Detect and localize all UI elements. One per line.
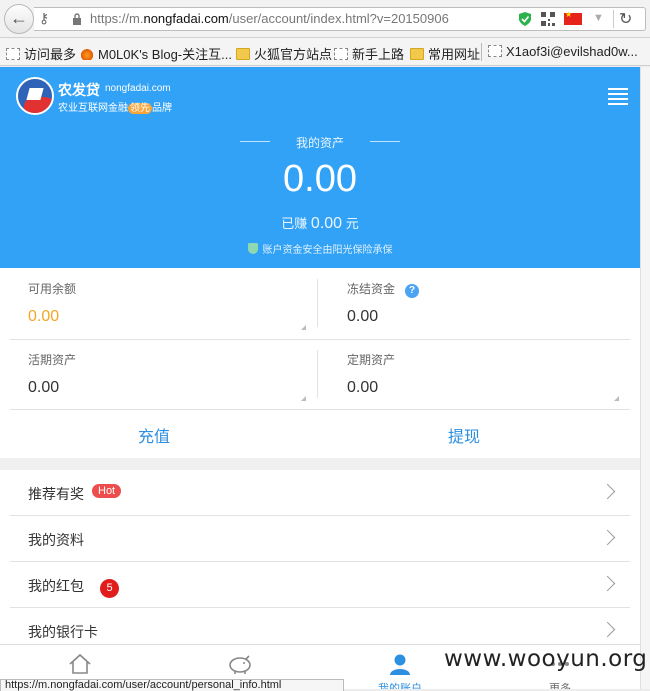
corner-arrow-icon (301, 396, 306, 401)
menu-item-referral-rewards[interactable]: 推荐有奖 Hot (0, 470, 640, 516)
corner-arrow-icon (614, 396, 619, 401)
menu-item-label: 我的红包 (28, 578, 84, 594)
chevron-right-icon (599, 529, 616, 546)
home-icon (69, 653, 91, 674)
page-icon (6, 48, 20, 60)
frozen-value: 0.00 (347, 308, 379, 325)
bookmark-blog[interactable]: M0L0K's Blog-关注互... (80, 44, 232, 63)
china-flag-icon[interactable] (564, 10, 582, 25)
bookmark-common-sites[interactable]: 常用网址 (410, 44, 480, 63)
lock-icon (73, 13, 81, 25)
balance-panel: 可用余额 0.00 冻结资金? 0.00 活期资产 0.00 定期资产 0.00… (0, 268, 640, 458)
available-label: 可用余额 (28, 282, 77, 296)
page-scrollbar[interactable] (640, 67, 650, 689)
column-divider (317, 279, 318, 327)
menu-item-label: 我的银行卡 (28, 624, 98, 640)
account-header: 农发贷 nongfadai.com 农业互联网金融 领先 品牌 我的资产 0.00 … (0, 67, 640, 268)
earned-value: 0.00 (310, 215, 343, 232)
fixed-value: 0.00 (347, 379, 379, 396)
key-icon: ⚷ (39, 10, 50, 26)
frozen-label: 冻结资金? (347, 280, 420, 298)
brand-logo[interactable] (16, 77, 54, 115)
bookmark-separator (481, 43, 482, 61)
help-icon[interactable]: ? (405, 284, 420, 298)
watermark: www.wooyun.org (444, 646, 648, 672)
corner-arrow-icon (301, 325, 306, 330)
fire-icon (80, 48, 94, 60)
assets-label: 我的资产 (295, 136, 344, 150)
assets-total: 0.00 (283, 158, 357, 200)
hot-badge: Hot (92, 484, 122, 498)
menu-item-red-packets[interactable]: 我的红包 5 (0, 562, 640, 608)
tab-label: 更多 (549, 683, 571, 689)
current-assets[interactable]: 活期资产 0.00 (10, 339, 310, 409)
reload-icon[interactable]: ↻ (619, 9, 632, 29)
safety-note: 账户资金安全由阳光保险承保 (0, 241, 640, 256)
chevron-right-icon (599, 621, 616, 638)
toolbar-separator (613, 10, 614, 28)
earned-summary: 已赚 0.00 元 (281, 215, 359, 232)
available-value: 0.00 (28, 308, 60, 325)
withdraw-button[interactable]: 提现 (448, 423, 480, 447)
recharge-button[interactable]: 充值 (138, 423, 170, 447)
brand-domain: nongfadai.com (105, 83, 171, 94)
chevron-right-icon (599, 483, 616, 500)
brand-name: 农发贷 (58, 82, 100, 98)
browser-toolbar: ← ⚷ https://m.nongfadai.com/user/account… (0, 0, 650, 38)
hamburger-menu-icon[interactable] (608, 88, 628, 106)
shield-icon[interactable] (518, 11, 532, 27)
frozen-funds[interactable]: 冻结资金? 0.00 (329, 268, 629, 338)
address-bar[interactable]: ⚷ https://m.nongfadai.com/user/account/i… (34, 7, 646, 31)
bookmark-x1aof3i[interactable]: X1aof3i@evilshad0w... (488, 44, 638, 59)
folder-icon (236, 48, 250, 60)
current-label: 活期资产 (28, 353, 77, 367)
bookmark-getting-started[interactable]: 新手上路 (334, 44, 404, 63)
back-button[interactable]: ← (4, 4, 34, 34)
current-value: 0.00 (28, 379, 60, 396)
chevron-right-icon (599, 575, 616, 592)
user-icon (390, 654, 410, 675)
available-balance[interactable]: 可用余额 0.00 (10, 268, 310, 338)
bookmark-most-visited[interactable]: 访问最多 (6, 44, 76, 63)
bookmarks-bar: 访问最多 M0L0K's Blog-关注互... 火狐官方站点 新手上路 常用网… (0, 38, 650, 66)
page-icon (488, 45, 502, 57)
bookmark-firefox-site[interactable]: 火狐官方站点 (236, 44, 332, 63)
menu-item-label: 我的资料 (28, 532, 84, 548)
account-menu: 推荐有奖 Hot 我的资料 我的红包 5 我的银行卡 (0, 470, 640, 655)
red-packet-count-badge: 5 (100, 579, 119, 598)
assets-divider-right (370, 141, 400, 142)
tab-label: 我的账户 (378, 683, 422, 689)
menu-item-my-profile[interactable]: 我的资料 (0, 516, 640, 562)
folder-icon (410, 48, 424, 60)
fixed-label: 定期资产 (347, 353, 396, 367)
row-divider (10, 409, 630, 410)
menu-item-label: 推荐有奖 (28, 486, 84, 502)
page-viewport: 农发贷 nongfadai.com 农业互联网金融 领先 品牌 我的资产 0.00 … (0, 67, 640, 689)
column-divider (317, 350, 318, 398)
slogan-pill: 领先 (128, 103, 152, 114)
brand-slogan: 农业互联网金融 领先 品牌 (58, 103, 172, 114)
piggy-bank-icon (229, 655, 251, 674)
qr-code-icon[interactable] (541, 12, 555, 26)
page-icon (334, 48, 348, 60)
shield-icon (247, 243, 258, 254)
dropdown-arrow-icon[interactable]: ▼ (593, 12, 604, 24)
fixed-assets[interactable]: 定期资产 0.00 (329, 339, 629, 409)
status-bar-url: https://m.nongfadai.com/user/account/per… (0, 679, 344, 691)
url-text: https://m.nongfadai.com/user/account/ind… (90, 11, 449, 26)
